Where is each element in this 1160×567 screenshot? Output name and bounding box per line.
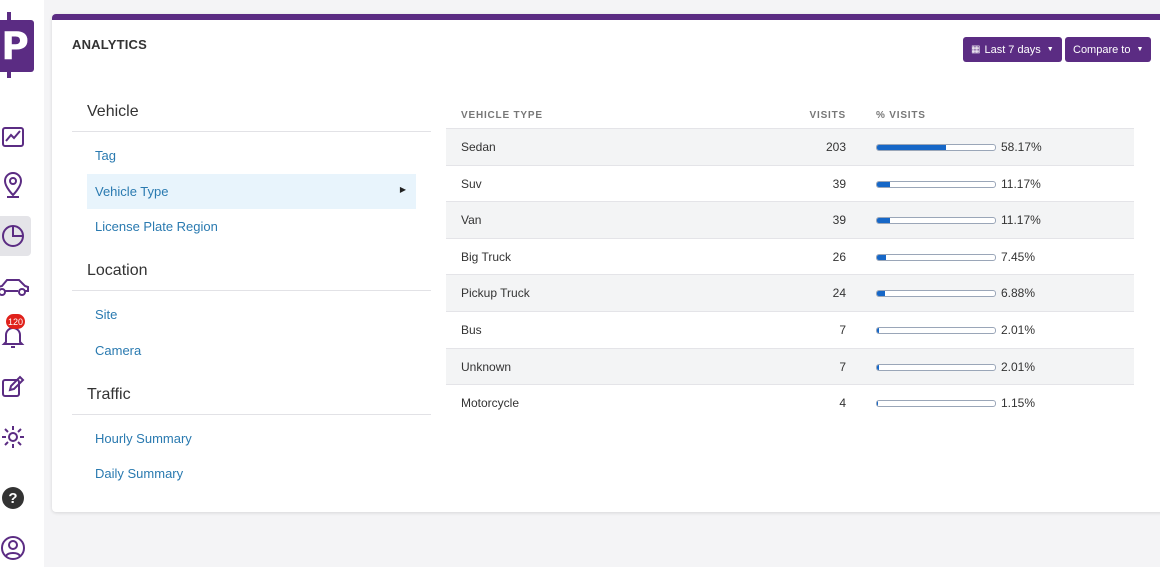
cell-visits: 26: [832, 249, 846, 264]
cell-pct-visits: 11.17%: [1001, 176, 1041, 191]
nav-item-site[interactable]: Site: [87, 297, 416, 332]
table-row[interactable]: Suv 39 11.17%: [446, 164, 1134, 202]
analytics-card: ANALYTICS ▦ Last 7 days ▼ Compare to ▼ V…: [52, 14, 1160, 512]
icon-rail: P 120 ?: [0, 0, 44, 567]
edit-icon[interactable]: [0, 370, 30, 404]
cell-pct-visits: 7.45%: [1001, 249, 1036, 264]
progress-fill: [877, 291, 886, 297]
progress-fill: [877, 181, 891, 187]
cell-vehicle-type: Bus: [461, 323, 482, 337]
map-pin-icon[interactable]: [0, 168, 30, 202]
table-row[interactable]: Motorcycle 4 1.15%: [446, 384, 1134, 421]
nav-heading-traffic: Traffic: [72, 386, 431, 415]
nav-item-daily-summary[interactable]: Daily Summary: [87, 456, 416, 491]
visits-progress-bar: [876, 363, 996, 371]
compare-to-button[interactable]: Compare to ▼: [1065, 37, 1152, 62]
cell-visits: 7: [839, 359, 846, 374]
cell-vehicle-type: Pickup Truck: [461, 286, 530, 301]
cell-visits: 7: [839, 323, 846, 337]
date-range-button[interactable]: ▦ Last 7 days ▼: [963, 37, 1062, 62]
cell-pct-visits: 2.01%: [1001, 359, 1036, 374]
nav-heading-vehicle: Vehicle: [72, 103, 431, 132]
car-icon[interactable]: [0, 270, 30, 304]
cell-pct-visits: 58.17%: [1001, 140, 1042, 154]
svg-text:?: ?: [8, 490, 17, 507]
visits-progress-bar: [876, 290, 996, 298]
nav-item-label: Vehicle Type: [95, 184, 169, 199]
nav-heading-location: Location: [72, 262, 431, 291]
gear-icon[interactable]: [0, 420, 30, 454]
visits-progress-bar: [876, 180, 996, 188]
progress-fill: [877, 328, 880, 333]
visits-progress-bar: [876, 253, 996, 261]
user-circle-icon[interactable]: [0, 531, 30, 565]
calendar-icon: ▦: [971, 44, 981, 55]
column-header-visits[interactable]: VISITS: [810, 110, 846, 121]
nav-section-location: Location: [72, 262, 431, 291]
visits-progress-bar: [876, 400, 996, 408]
compare-label: Compare to: [1073, 43, 1131, 56]
bell-icon[interactable]: 120: [0, 314, 30, 354]
line-chart-icon[interactable]: [0, 120, 30, 154]
app-logo[interactable]: P: [0, 20, 34, 72]
cell-pct-visits: 1.15%: [1001, 396, 1036, 411]
table-row[interactable]: Unknown 7 2.01%: [446, 347, 1134, 385]
table-row[interactable]: Bus 7 2.01%: [446, 311, 1134, 348]
nav-item-vehicle-type[interactable]: Vehicle Type ▶: [87, 174, 416, 209]
cell-vehicle-type: Sedan: [461, 140, 496, 154]
pie-chart-icon[interactable]: [0, 216, 31, 256]
progress-fill: [877, 254, 886, 260]
notification-badge: 120: [6, 314, 26, 329]
nav-item-hourly-summary[interactable]: Hourly Summary: [87, 421, 416, 456]
table-row[interactable]: Sedan 203 58.17%: [446, 128, 1134, 165]
column-header-vehicle-type[interactable]: VEHICLE TYPE: [461, 110, 543, 121]
progress-fill: [877, 401, 879, 407]
caret-right-icon: ▶: [399, 185, 406, 194]
cell-vehicle-type: Motorcycle: [461, 396, 520, 411]
nav-item-tag[interactable]: Tag: [87, 138, 416, 173]
cell-vehicle-type: Unknown: [461, 359, 512, 374]
table-row[interactable]: Van 39 11.17%: [446, 201, 1134, 239]
caret-down-icon: ▼: [1136, 46, 1144, 53]
visits-progress-bar: [876, 327, 996, 334]
cell-pct-visits: 2.01%: [1001, 323, 1036, 337]
visits-progress-bar: [876, 144, 996, 151]
page-title: ANALYTICS: [72, 37, 147, 52]
table-row[interactable]: Big Truck 26 7.45%: [446, 237, 1134, 275]
cell-pct-visits: 11.17%: [1001, 213, 1041, 228]
progress-fill: [877, 218, 891, 224]
column-header-pct-visits[interactable]: % VISITS: [876, 110, 926, 121]
help-icon[interactable]: ?: [0, 481, 30, 515]
visits-progress-bar: [876, 217, 996, 225]
table-row[interactable]: Pickup Truck 24 6.88%: [446, 274, 1134, 312]
cell-pct-visits: 6.88%: [1001, 286, 1036, 301]
caret-down-icon: ▼: [1046, 46, 1054, 53]
cell-visits: 24: [832, 286, 846, 301]
cell-vehicle-type: Big Truck: [461, 249, 512, 264]
nav-item-camera[interactable]: Camera: [87, 333, 416, 368]
cell-visits: 4: [839, 396, 846, 411]
logo-letter: P: [1, 24, 29, 68]
cell-vehicle-type: Van: [461, 213, 482, 228]
cell-vehicle-type: Suv: [461, 176, 482, 191]
progress-fill: [877, 364, 880, 370]
progress-fill: [877, 145, 946, 150]
logo-stem: [7, 71, 11, 78]
cell-visits: 203: [825, 140, 846, 154]
date-range-label: Last 7 days: [984, 43, 1041, 56]
cell-visits: 39: [832, 213, 846, 228]
nav-section-traffic: Traffic: [72, 386, 431, 415]
nav-section-vehicle: Vehicle: [72, 103, 431, 132]
cell-visits: 39: [832, 176, 846, 191]
nav-item-license-plate-region[interactable]: License Plate Region: [87, 209, 416, 244]
